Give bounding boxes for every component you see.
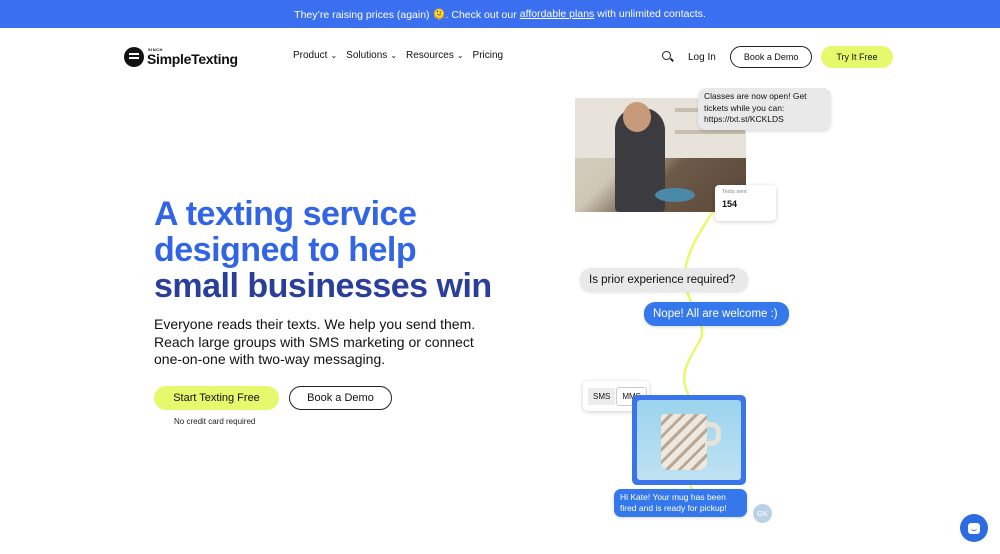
search-icon[interactable] bbox=[662, 51, 674, 63]
hero-title-line-2: designed to help bbox=[154, 231, 417, 269]
menu-item-label: Product bbox=[293, 50, 328, 61]
hero-title-line-1: A texting service bbox=[154, 195, 417, 233]
menu-item-label: Pricing bbox=[472, 50, 504, 61]
main-menu: Product ⌄ Solutions ⌄ Resources ⌄ Pricin… bbox=[293, 50, 503, 61]
logo-wordmark: SINCH SimpleTexting bbox=[147, 48, 238, 67]
menu-item-resources[interactable]: Resources ⌄ bbox=[406, 50, 464, 61]
banner-text: They’re raising prices (again) 🫠. Check … bbox=[294, 8, 517, 21]
class-announcement-bubble: Classes are now open! Get tickets while … bbox=[698, 88, 831, 130]
announcement-banner: They’re raising prices (again) 🫠. Check … bbox=[0, 0, 1000, 28]
mug-photo bbox=[637, 400, 741, 480]
simpletexting-logo[interactable]: SINCH SimpleTexting bbox=[124, 47, 238, 67]
texts-sent-card: Texts sent 154 bbox=[715, 185, 776, 221]
try-free-button[interactable]: Try It Free bbox=[821, 46, 893, 68]
book-demo-nav-button[interactable]: Book a Demo bbox=[729, 46, 813, 68]
mug-photo-frame bbox=[632, 395, 746, 485]
mug-ready-bubble: Hi Kate! Your mug has been fired and is … bbox=[614, 489, 747, 517]
affordable-plans-link[interactable]: affordable plans bbox=[520, 8, 595, 20]
answer-bubble: Nope! All are welcome :) bbox=[644, 302, 789, 326]
banner-text-end: with unlimited contacts. bbox=[597, 8, 706, 20]
menu-item-solutions[interactable]: Solutions ⌄ bbox=[346, 50, 397, 61]
avatar: GK bbox=[753, 504, 772, 523]
nav-actions: Log In Book a Demo Try It Free bbox=[662, 46, 893, 68]
texts-sent-label: Texts sent bbox=[722, 189, 747, 195]
chevron-down-icon: ⌄ bbox=[390, 51, 398, 60]
chat-icon bbox=[968, 522, 980, 534]
menu-item-product[interactable]: Product ⌄ bbox=[293, 50, 337, 61]
menu-item-pricing[interactable]: Pricing bbox=[473, 50, 504, 61]
logo-name: SimpleTexting bbox=[147, 51, 238, 67]
book-demo-button[interactable]: Book a Demo bbox=[289, 386, 392, 410]
start-texting-free-button[interactable]: Start Texting Free bbox=[154, 386, 279, 410]
hero-title-line-3: small businesses win bbox=[154, 267, 492, 305]
logo-icon bbox=[124, 47, 144, 67]
chevron-down-icon: ⌄ bbox=[330, 51, 338, 60]
chat-widget-button[interactable] bbox=[960, 514, 988, 542]
texts-sent-value: 154 bbox=[722, 199, 738, 209]
toggle-sms: SMS bbox=[588, 387, 616, 405]
menu-item-label: Resources bbox=[406, 50, 454, 61]
no-credit-card-note: No credit card required bbox=[174, 417, 256, 426]
menu-item-label: Solutions bbox=[346, 50, 388, 61]
hero-subtitle: Everyone reads their texts. We help you … bbox=[154, 316, 476, 367]
hero-title: A texting service designed to help small… bbox=[154, 196, 492, 304]
login-link[interactable]: Log In bbox=[688, 52, 716, 63]
question-bubble: Is prior experience required? bbox=[580, 268, 748, 292]
chevron-down-icon: ⌄ bbox=[456, 51, 464, 60]
